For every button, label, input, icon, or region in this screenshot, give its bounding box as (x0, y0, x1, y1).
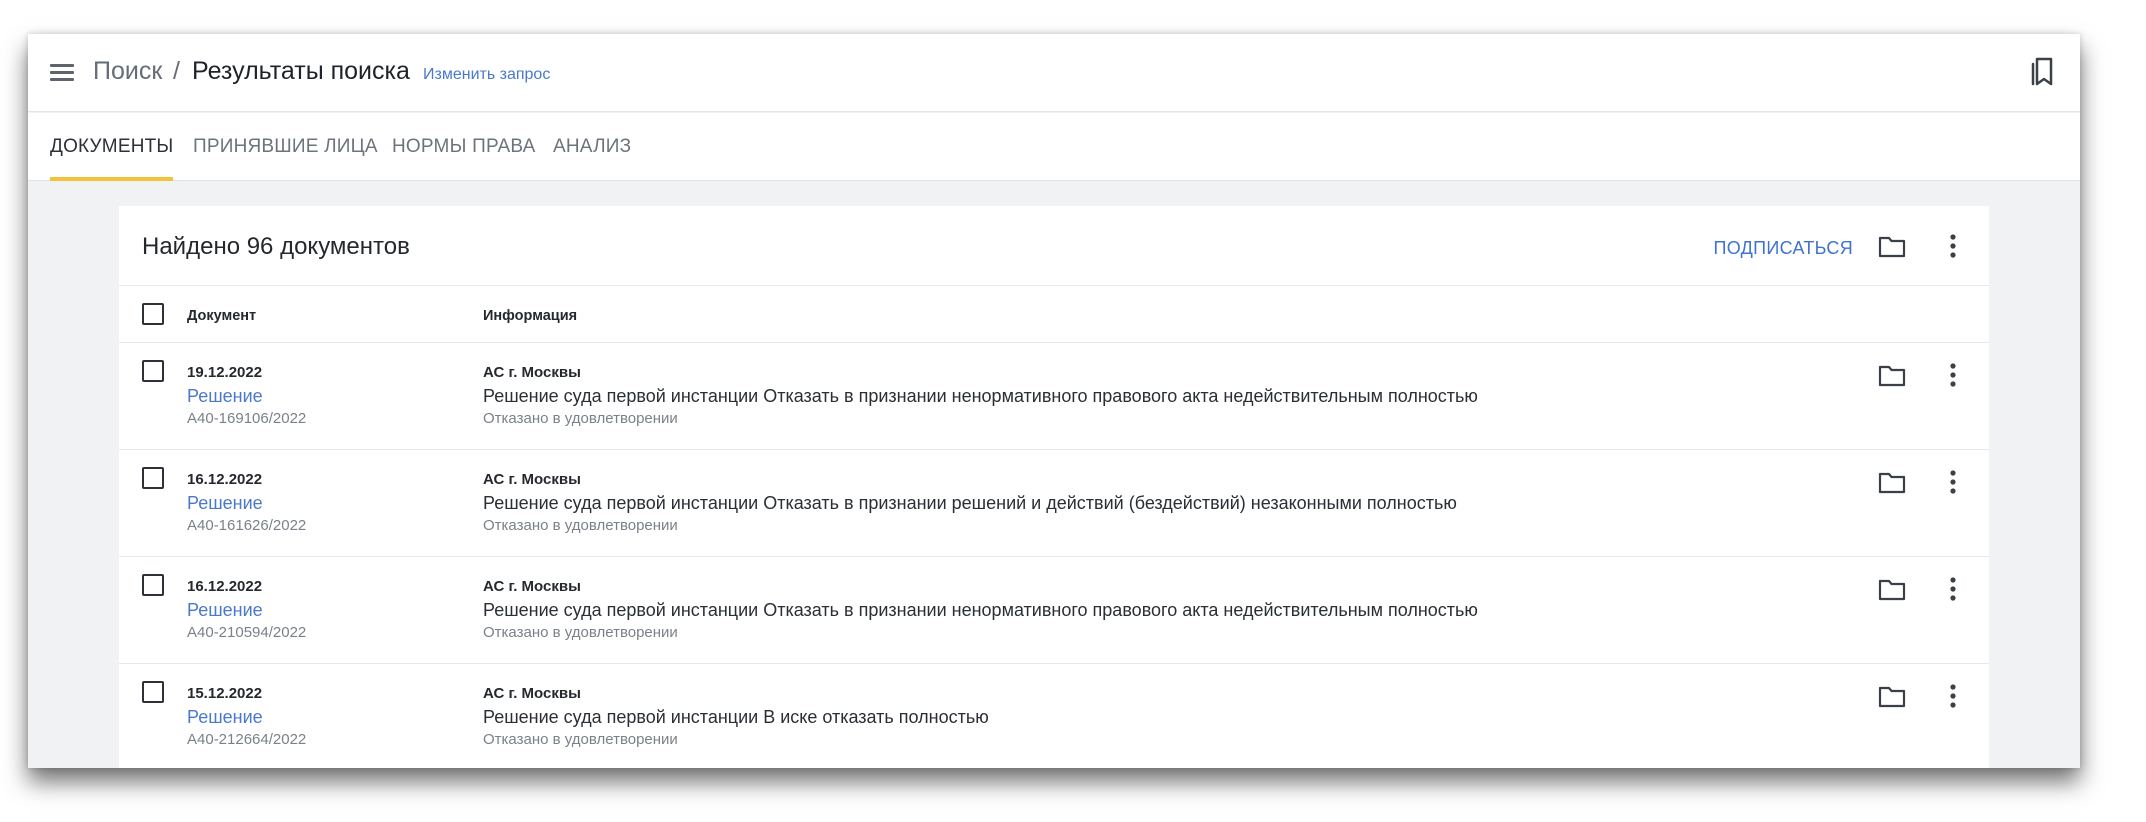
results-card: Найдено 96 документов ПОДПИСАТЬСЯ Докуме… (119, 206, 1989, 768)
breadcrumb-root[interactable]: Поиск (93, 56, 162, 86)
tab-legal-norms[interactable]: НОРМЫ ПРАВА (392, 113, 536, 181)
document-date: 15.12.2022 (187, 685, 263, 702)
court-name: АС г. Москвы (483, 685, 581, 702)
court-name: АС г. Москвы (483, 578, 581, 595)
document-date: 16.12.2022 (187, 471, 263, 488)
decision-result: Отказано в удовлетворении (483, 410, 678, 427)
folder-icon[interactable] (1877, 681, 1907, 711)
more-options-icon[interactable] (1938, 231, 1968, 261)
folder-icon[interactable] (1877, 467, 1907, 497)
case-number: А40-210594/2022 (187, 624, 307, 641)
document-type-link[interactable]: Решение (187, 492, 263, 514)
table-row[interactable]: 16.12.2022 Решение А40-210594/2022 АС г.… (119, 557, 1989, 664)
court-name: АС г. Москвы (483, 364, 581, 381)
document-type-link[interactable]: Решение (187, 599, 263, 621)
results-header: Найдено 96 документов ПОДПИСАТЬСЯ (119, 206, 1989, 286)
hamburger-menu-icon[interactable] (50, 62, 76, 84)
decision-result: Отказано в удовлетворении (483, 517, 678, 534)
tab-documents[interactable]: ДОКУМЕНТЫ (50, 113, 174, 181)
tab-bar: ДОКУМЕНТЫ ПРИНЯВШИЕ ЛИЦА НОРМЫ ПРАВА АНА… (28, 113, 2080, 181)
document-type-link[interactable]: Решение (187, 706, 263, 728)
more-options-icon[interactable] (1938, 467, 1968, 497)
select-all-checkbox[interactable] (142, 303, 164, 325)
document-date: 16.12.2022 (187, 578, 263, 595)
decision-result: Отказано в удовлетворении (483, 624, 678, 641)
edit-query-link[interactable]: Изменить запрос (423, 65, 550, 85)
document-summary[interactable]: Решение суда первой инстанции В иске отк… (483, 706, 989, 728)
more-options-icon[interactable] (1938, 574, 1968, 604)
breadcrumb-separator: / (173, 57, 180, 85)
results-count: Найдено 96 документов (142, 233, 410, 260)
document-summary[interactable]: Решение суда первой инстанции Отказать в… (483, 599, 1478, 621)
document-type-link[interactable]: Решение (187, 385, 263, 407)
bookmarks-icon[interactable] (2026, 56, 2058, 88)
row-checkbox[interactable] (142, 574, 164, 596)
row-checkbox[interactable] (142, 681, 164, 703)
tab-decision-makers[interactable]: ПРИНЯВШИЕ ЛИЦА (193, 113, 378, 181)
app-window: Поиск / Результаты поиска Изменить запро… (28, 34, 2080, 768)
row-checkbox[interactable] (142, 467, 164, 489)
table-row[interactable]: 16.12.2022 Решение А40-161626/2022 АС г.… (119, 450, 1989, 557)
page-title: Результаты поиска (192, 57, 410, 85)
table-row[interactable]: 19.12.2022 Решение А40-169106/2022 АС г.… (119, 343, 1989, 450)
column-document: Документ (187, 308, 257, 324)
table-row[interactable]: 15.12.2022 Решение А40-212664/2022 АС г.… (119, 664, 1989, 768)
document-summary[interactable]: Решение суда первой инстанции Отказать в… (483, 492, 1457, 514)
column-info: Информация (483, 308, 578, 324)
document-date: 19.12.2022 (187, 364, 263, 381)
case-number: А40-212664/2022 (187, 731, 307, 748)
more-options-icon[interactable] (1938, 681, 1968, 711)
folder-icon[interactable] (1877, 360, 1907, 390)
top-header: Поиск / Результаты поиска Изменить запро… (28, 34, 2080, 112)
subscribe-button[interactable]: ПОДПИСАТЬСЯ (1713, 237, 1853, 259)
document-summary[interactable]: Решение суда первой инстанции Отказать в… (483, 385, 1478, 407)
case-number: А40-169106/2022 (187, 410, 307, 427)
court-name: АС г. Москвы (483, 471, 581, 488)
decision-result: Отказано в удовлетворении (483, 731, 678, 748)
case-number: А40-161626/2022 (187, 517, 307, 534)
table-header: Документ Информация (119, 286, 1989, 343)
row-checkbox[interactable] (142, 360, 164, 382)
folder-icon[interactable] (1877, 231, 1907, 261)
tab-analysis[interactable]: АНАЛИЗ (553, 113, 631, 181)
folder-icon[interactable] (1877, 574, 1907, 604)
more-options-icon[interactable] (1938, 360, 1968, 390)
